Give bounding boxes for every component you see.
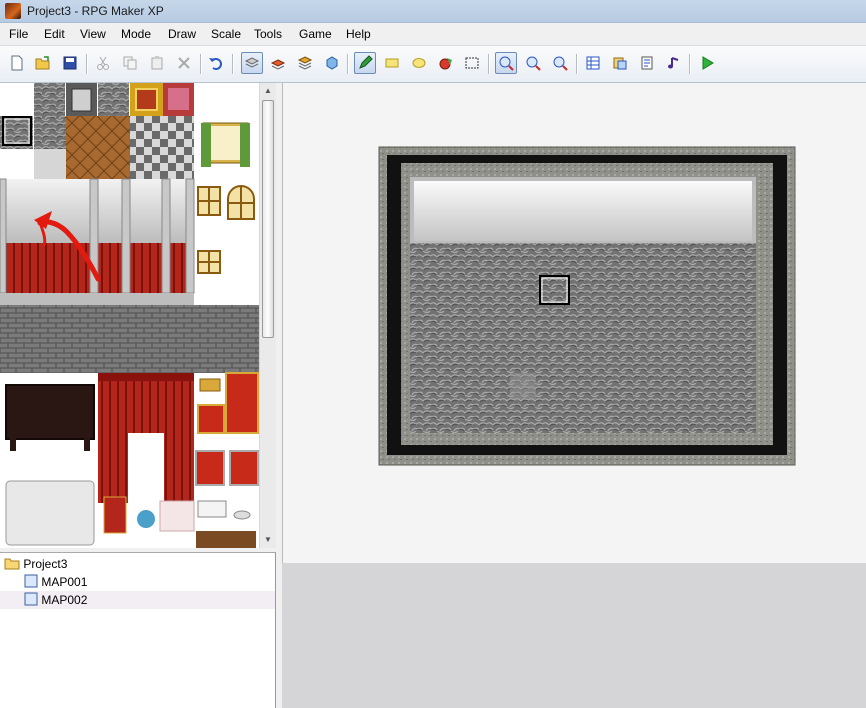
copy-icon	[123, 56, 137, 70]
zoom-1-2-icon	[526, 56, 541, 71]
map-tree: Project3 MAP001 MAP002	[0, 552, 276, 708]
menu-file[interactable]: File	[9, 27, 28, 41]
toolbar	[0, 45, 866, 83]
materialbase-icon	[613, 57, 627, 70]
folder-icon	[4, 558, 20, 570]
flood-fill-button[interactable]	[435, 52, 457, 74]
paste-icon	[151, 56, 163, 70]
flood-fill-icon	[439, 58, 452, 70]
new-icon	[11, 55, 23, 71]
open-icon	[35, 56, 50, 70]
menu-draw[interactable]: Draw	[168, 27, 196, 41]
tree-item-label: MAP001	[41, 575, 88, 589]
layer2-icon	[270, 59, 286, 70]
map-canvas-background	[282, 563, 866, 708]
ellipse-icon	[412, 58, 426, 68]
pencil-button[interactable]	[354, 52, 376, 74]
map-canvas-area[interactable]	[282, 83, 866, 563]
layer3-icon	[297, 56, 313, 70]
layer1-icon	[244, 57, 260, 68]
rectangle-button[interactable]	[381, 52, 403, 74]
layer2-button[interactable]	[267, 52, 289, 74]
materialbase-button[interactable]	[609, 52, 631, 74]
tileset-scrollbar[interactable]: ▲ ▼	[259, 83, 276, 548]
copy-button[interactable]	[119, 52, 141, 74]
scrollbar-thumb[interactable]	[262, 100, 274, 338]
rectangle-icon	[385, 58, 399, 68]
tileset-graphics[interactable]	[0, 83, 259, 548]
playtest-button[interactable]	[696, 52, 718, 74]
map-icon	[24, 574, 38, 588]
undo-icon	[209, 58, 222, 70]
tree-item-map001[interactable]: MAP001	[0, 573, 275, 591]
events-layer-icon	[326, 56, 338, 70]
map-icon	[24, 592, 38, 606]
events-layer-button[interactable]	[321, 52, 343, 74]
zoom-1-1-icon	[499, 56, 514, 71]
menu-mode[interactable]: Mode	[121, 27, 151, 41]
sound-test-button[interactable]	[663, 52, 685, 74]
delete-icon	[178, 57, 190, 69]
undo-button[interactable]	[205, 52, 227, 74]
tree-root-project[interactable]: Project3	[4, 555, 274, 573]
scroll-down-arrow-icon[interactable]: ▼	[260, 532, 276, 548]
menu-bar: File Edit View Mode Draw Scale Tools Gam…	[0, 23, 866, 45]
toolbar-separator	[86, 54, 88, 74]
menu-scale[interactable]: Scale	[211, 27, 241, 41]
scroll-up-arrow-icon[interactable]: ▲	[260, 83, 276, 99]
new-button[interactable]	[6, 52, 28, 74]
menu-tools[interactable]: Tools	[254, 27, 282, 41]
zoom-1-4-button[interactable]	[549, 52, 571, 74]
save-icon	[63, 56, 77, 70]
tree-item-map002[interactable]: MAP002	[0, 591, 275, 609]
script-editor-button[interactable]	[636, 52, 658, 74]
cut-icon	[97, 56, 109, 70]
app-icon	[5, 3, 21, 19]
toolbar-separator	[200, 54, 202, 74]
ellipse-button[interactable]	[408, 52, 430, 74]
zoom-1-1-button[interactable]	[495, 52, 517, 74]
playtest-icon	[702, 56, 714, 70]
layer3-button[interactable]	[294, 52, 316, 74]
menu-help[interactable]: Help	[346, 27, 371, 41]
database-icon	[586, 56, 600, 70]
paste-button[interactable]	[146, 52, 168, 74]
tree-root-label: Project3	[23, 557, 68, 571]
toolbar-separator	[689, 54, 691, 74]
pencil-icon	[359, 55, 373, 69]
menu-game[interactable]: Game	[299, 27, 332, 41]
sound-test-icon	[668, 57, 679, 69]
database-button[interactable]	[582, 52, 604, 74]
toolbar-separator	[576, 54, 578, 74]
tileset-palette[interactable]	[0, 83, 277, 548]
toolbar-separator	[232, 54, 234, 74]
select-icon	[465, 57, 479, 69]
zoom-1-2-button[interactable]	[522, 52, 544, 74]
zoom-1-4-icon	[553, 56, 568, 71]
menu-view[interactable]: View	[80, 27, 106, 41]
tree-item-label: MAP002	[41, 593, 88, 607]
menu-edit[interactable]: Edit	[44, 27, 65, 41]
open-button[interactable]	[32, 52, 54, 74]
save-button[interactable]	[59, 52, 81, 74]
select-button[interactable]	[461, 52, 483, 74]
window-title: Project3 - RPG Maker XP	[27, 4, 164, 18]
toolbar-separator	[488, 54, 490, 74]
cut-button[interactable]	[92, 52, 114, 74]
title-bar: Project3 - RPG Maker XP	[0, 0, 866, 23]
toolbar-separator	[347, 54, 349, 74]
map-canvas[interactable]	[283, 83, 865, 563]
delete-button[interactable]	[173, 52, 195, 74]
script-editor-icon	[641, 56, 653, 70]
layer1-button[interactable]	[241, 52, 263, 74]
